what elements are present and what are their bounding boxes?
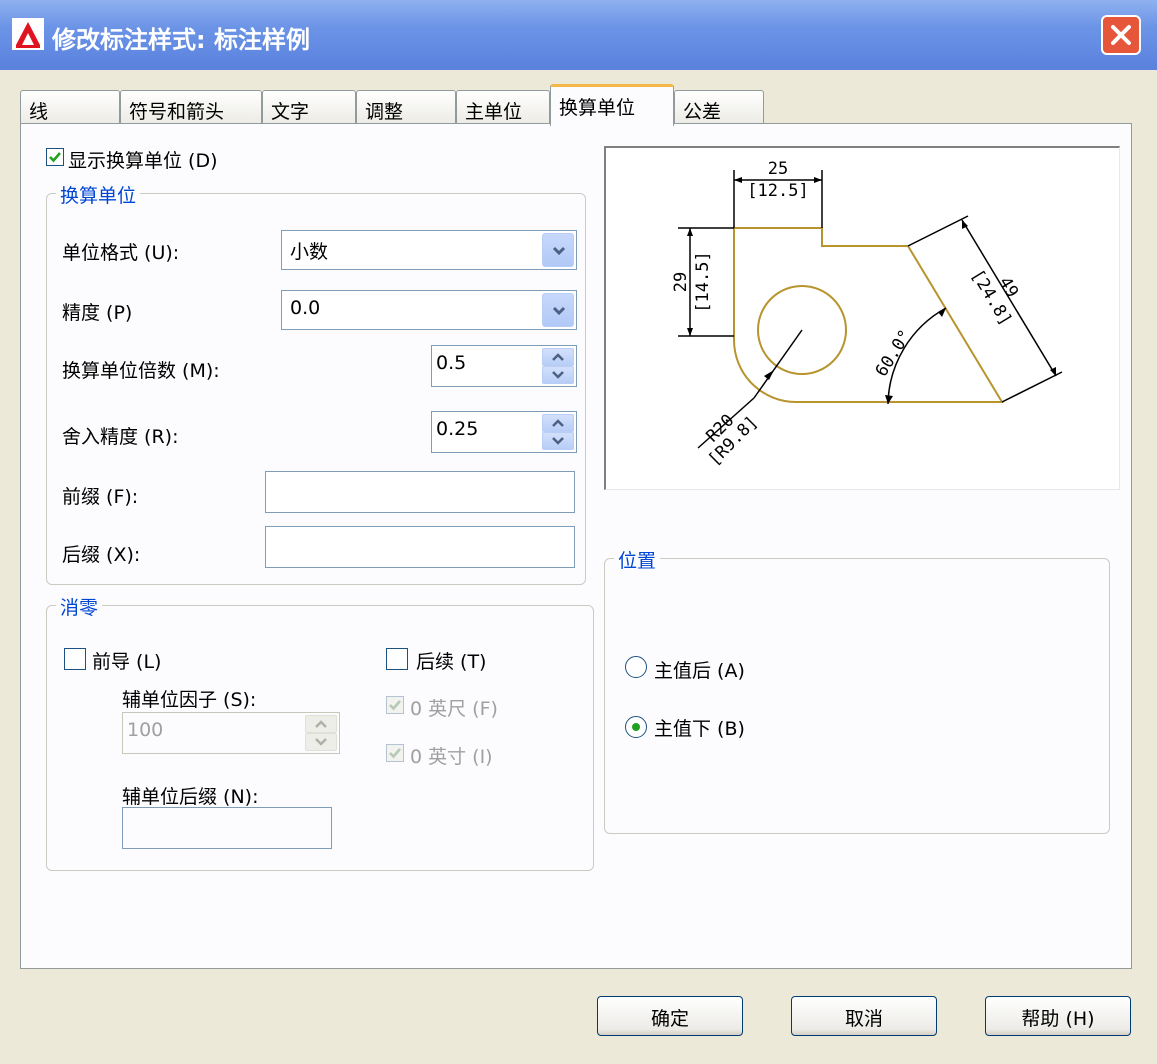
multiplier-down-button[interactable] <box>542 366 574 384</box>
chevron-down-icon <box>552 246 566 256</box>
round-off-up-button[interactable] <box>542 414 574 432</box>
tab-lines[interactable]: 线 <box>20 90 120 124</box>
ok-button[interactable]: 确定 <box>597 996 743 1036</box>
suffix-input[interactable] <box>265 526 575 568</box>
multiplier-value: 0.5 <box>436 352 467 374</box>
window-title: 修改标注样式: 标注样例 <box>52 26 310 54</box>
zero-suppression-group-title: 消零 <box>56 593 103 620</box>
placement-group-title: 位置 <box>614 546 661 573</box>
sub-unit-factor-value: 100 <box>127 719 164 741</box>
tab-primary-units[interactable]: 主单位 <box>456 90 550 124</box>
zero-inches-checkbox[interactable] <box>386 744 404 762</box>
after-primary-radio[interactable] <box>625 656 647 678</box>
show-alt-units-checkbox[interactable] <box>46 148 64 166</box>
alt-units-group-title: 换算单位 <box>56 181 141 208</box>
arrow-up-icon <box>552 419 564 427</box>
precision-combo[interactable]: 0.0 <box>281 290 577 330</box>
trailing-zero-label[interactable]: 后续 (T) <box>416 647 486 674</box>
zero-inches-label[interactable]: 0 英寸 (I) <box>410 742 493 769</box>
tab-strip: 线 符号和箭头 文字 调整 主单位 换算单位 公差 <box>20 84 1140 126</box>
leading-zero-checkbox[interactable] <box>64 648 86 670</box>
unit-format-combo[interactable]: 小数 <box>281 230 577 270</box>
precision-dropdown-button[interactable] <box>542 293 574 327</box>
multiplier-spinner[interactable]: 0.5 <box>431 345 577 387</box>
dimension-preview: 25 [12.5] 29 [14.5] 49 [24.8] 60.0° R20 … <box>604 146 1120 490</box>
checkmark-icon <box>49 152 61 163</box>
multiplier-label: 换算单位倍数 (M): <box>62 360 220 382</box>
dim-left-alt-text: [14.5] <box>693 251 713 312</box>
below-primary-radio[interactable] <box>625 716 647 738</box>
tab-text[interactable]: 文字 <box>262 90 356 124</box>
app-icon <box>12 18 44 50</box>
cancel-button[interactable]: 取消 <box>791 996 937 1036</box>
leading-zero-label[interactable]: 前导 (L) <box>92 647 161 674</box>
close-button[interactable] <box>1101 15 1141 55</box>
zero-feet-checkbox[interactable] <box>386 696 404 714</box>
arrow-up-icon <box>315 720 327 728</box>
suffix-label: 后缀 (X): <box>62 544 141 566</box>
prefix-input[interactable] <box>265 471 575 513</box>
arrow-down-icon <box>552 437 564 445</box>
after-primary-label[interactable]: 主值后 (A) <box>654 656 745 683</box>
help-button[interactable]: 帮助 (H) <box>985 996 1131 1036</box>
sub-unit-factor-up-button[interactable] <box>305 715 337 733</box>
checkmark-icon <box>389 700 401 711</box>
tab-alternate-units[interactable]: 换算单位 <box>550 84 674 126</box>
precision-value: 0.0 <box>290 297 321 319</box>
chevron-down-icon <box>552 306 566 316</box>
radio-selected-dot <box>632 723 640 731</box>
arrow-up-icon <box>552 353 564 361</box>
below-primary-label[interactable]: 主值下 (B) <box>654 714 745 741</box>
unit-format-value: 小数 <box>290 241 329 263</box>
round-off-value: 0.25 <box>436 418 479 440</box>
round-off-spinner[interactable]: 0.25 <box>431 411 577 453</box>
arrow-down-icon <box>315 738 327 746</box>
unit-format-dropdown-button[interactable] <box>542 233 574 267</box>
zero-feet-label[interactable]: 0 英尺 (F) <box>410 694 498 721</box>
multiplier-up-button[interactable] <box>542 348 574 366</box>
sub-unit-suffix-input[interactable] <box>122 807 332 849</box>
sub-unit-factor-label: 辅单位因子 (S): <box>122 689 257 711</box>
dialog-window: 修改标注样式: 标注样例 线 符号和箭头 文字 调整 主单位 换算单位 公差 显… <box>0 0 1157 1064</box>
tab-symbols-arrows[interactable]: 符号和箭头 <box>120 90 262 124</box>
show-alt-units-label[interactable]: 显示换算单位 (D) <box>68 146 218 173</box>
placement-group <box>604 558 1110 834</box>
precision-label: 精度 (P) <box>62 302 133 324</box>
dim-top-alt-text: [12.5] <box>747 181 808 201</box>
sub-unit-factor-down-button[interactable] <box>305 733 337 751</box>
dim-top-text: 25 <box>768 159 788 179</box>
arrow-down-icon <box>552 371 564 379</box>
prefix-label: 前缀 (F): <box>62 486 139 508</box>
title-bar[interactable]: 修改标注样式: 标注样例 <box>0 0 1157 70</box>
tab-fit[interactable]: 调整 <box>356 90 456 124</box>
checkmark-icon <box>389 748 401 759</box>
tab-tolerances[interactable]: 公差 <box>674 90 764 124</box>
close-icon <box>1111 25 1131 45</box>
dim-left-text: 29 <box>671 272 691 292</box>
preview-drawing: 25 [12.5] 29 [14.5] 49 [24.8] 60.0° R20 … <box>671 159 1063 470</box>
unit-format-label: 单位格式 (U): <box>62 242 180 264</box>
round-off-label: 舍入精度 (R): <box>62 426 179 448</box>
sub-unit-factor-spinner[interactable]: 100 <box>122 712 340 754</box>
trailing-zero-checkbox[interactable] <box>386 648 408 670</box>
sub-unit-suffix-label: 辅单位后缀 (N): <box>122 786 259 808</box>
round-off-down-button[interactable] <box>542 432 574 450</box>
